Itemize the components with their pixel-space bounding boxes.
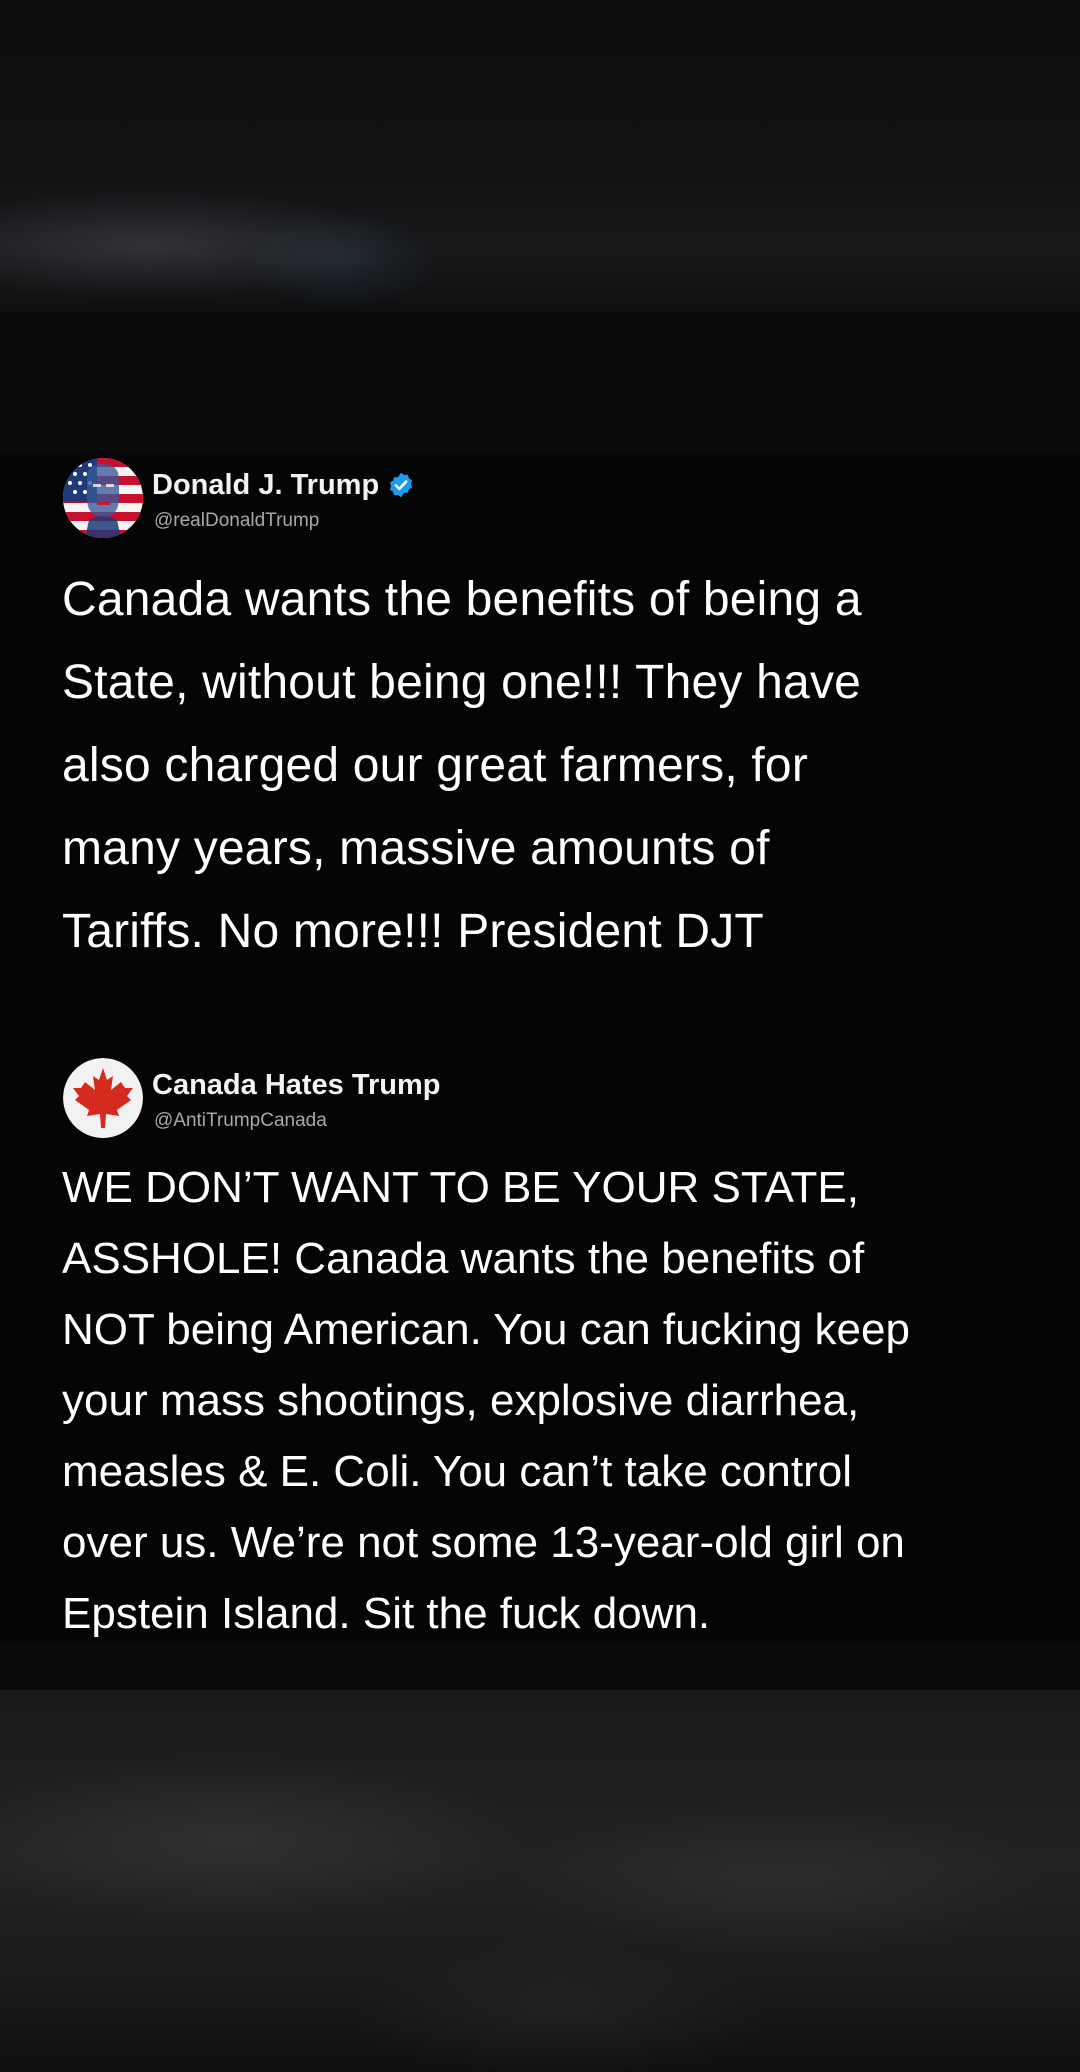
user-handle[interactable]: @AntiTrumpCanada xyxy=(154,1110,327,1132)
tweet-text-line: State, without being one!!! They have xyxy=(62,656,862,709)
name-row: Canada Hates Trump xyxy=(152,1068,440,1102)
tweet-text-line: measles & E. Coli. You can’t take contro… xyxy=(62,1447,852,1496)
display-name[interactable]: Donald J. Trump xyxy=(152,469,379,502)
tweet-text-line: your mass shootings, explosive diarrhea, xyxy=(62,1376,860,1425)
display-name[interactable]: Canada Hates Trump xyxy=(152,1069,440,1102)
tweet-reply: Canada Hates Trump @AntiTrumpCanada WE D… xyxy=(0,1058,1080,1638)
user-handle[interactable]: @realDonaldTrump xyxy=(154,510,319,532)
tweet-text-line: ASSHOLE! Canada wants the benefits of xyxy=(62,1234,865,1283)
tweet-text-line: many years, massive amounts of xyxy=(62,822,770,875)
screenshot-page: Donald J. Trump @realDonaldTrump Canada … xyxy=(0,0,1080,2072)
tweet-text-line: WE DON’T WANT TO BE YOUR STATE, xyxy=(62,1163,859,1212)
tweet-header: Donald J. Trump @realDonaldTrump xyxy=(0,458,1080,548)
tweet-text-line: also charged our great farmers, for xyxy=(62,739,809,792)
tweet-original: Donald J. Trump @realDonaldTrump Canada … xyxy=(0,458,1080,958)
tweet-text-line: Canada wants the benefits of being a xyxy=(62,573,862,626)
blurred-background-bottom xyxy=(0,1690,1080,2072)
tweet-text: WE DON’T WANT TO BE YOUR STATE, ASSHOLE!… xyxy=(62,1152,1062,1649)
tweet-text-line: Tariffs. No more!!! President DJT xyxy=(62,905,764,958)
maple-leaf-avatar-icon[interactable] xyxy=(63,1058,143,1138)
american-flag-portrait-avatar-icon[interactable] xyxy=(63,458,143,538)
tweet-text-line: NOT being American. You can fucking keep xyxy=(62,1305,910,1354)
tweet-text-line: over us. We’re not some 13-year-old girl… xyxy=(62,1518,905,1567)
verified-badge-icon xyxy=(387,471,415,499)
tweet-text-line: Epstein Island. Sit the fuck down. xyxy=(62,1589,711,1638)
tweet-header: Canada Hates Trump @AntiTrumpCanada xyxy=(0,1058,1080,1148)
blurred-background-top xyxy=(0,0,1080,312)
name-row: Donald J. Trump xyxy=(152,468,415,502)
tweet-text: Canada wants the benefits of being a Sta… xyxy=(62,558,1042,973)
